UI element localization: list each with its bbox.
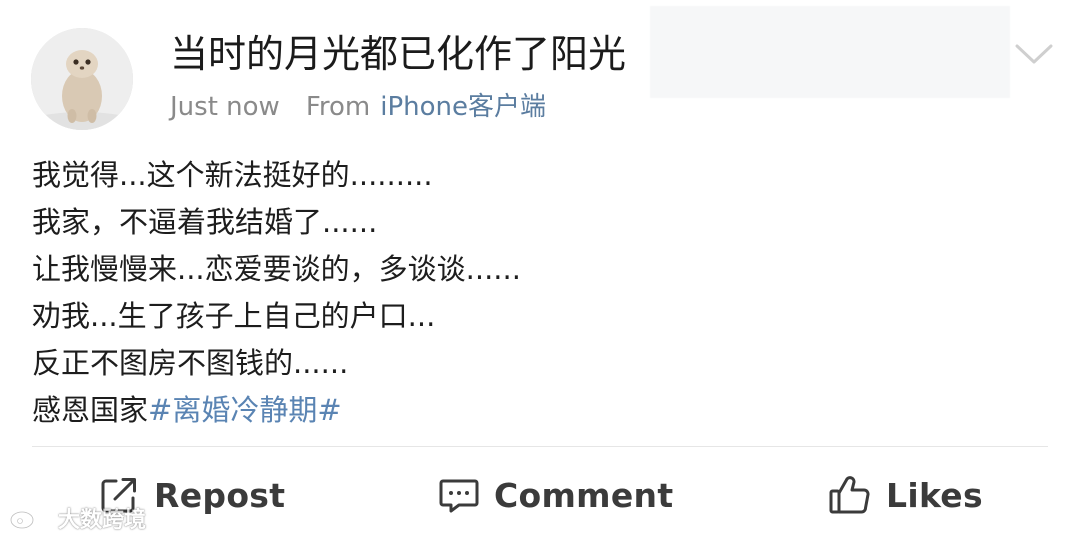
body-line: 我家，不逼着我结婚了...... xyxy=(32,205,378,239)
watermark: 大数跨境 xyxy=(8,503,146,533)
weibo-logo-icon xyxy=(9,510,48,530)
comment-button[interactable]: Comment xyxy=(438,458,673,532)
source-client-link[interactable]: iPhone客户端 xyxy=(380,90,546,124)
timestamp: Just now xyxy=(170,92,280,122)
blurred-region xyxy=(650,6,1010,98)
source-prefix: From xyxy=(305,92,371,122)
body-line: 反正不图房不图钱的...... xyxy=(32,346,349,380)
body-line: 我觉得...这个新法挺好的......... xyxy=(32,158,433,192)
repost-label: Repost xyxy=(154,475,286,515)
avatar[interactable] xyxy=(31,28,133,130)
watermark-text: 大数跨境 xyxy=(58,508,147,533)
post-header: 当时的月光都已化作了阳光 Just now From iPhone客户端 xyxy=(0,0,1080,140)
author-name[interactable]: 当时的月光都已化作了阳光 xyxy=(170,28,626,80)
action-bar: Repost Comment Likes xyxy=(0,458,1080,532)
like-button[interactable]: Likes xyxy=(828,458,983,532)
body-line-last: 感恩国家#离婚冷静期# xyxy=(32,387,1048,434)
body-line: 劝我...生了孩子上自己的户口... xyxy=(32,299,436,333)
body-line: 让我慢慢来...恋爱要谈的，多谈谈...... xyxy=(32,252,521,286)
chevron-down-icon xyxy=(1015,44,1053,64)
divider xyxy=(32,446,1048,447)
body-text: 感恩国家 xyxy=(32,393,149,427)
like-label: Likes xyxy=(886,475,983,515)
thumbs-up-icon xyxy=(829,476,870,514)
comment-label: Comment xyxy=(494,475,674,515)
post-meta: Just now From iPhone客户端 xyxy=(170,90,546,124)
avatar-image xyxy=(31,28,133,130)
post-menu-button[interactable] xyxy=(1012,38,1056,70)
hashtag-link[interactable]: #离婚冷静期# xyxy=(148,393,342,427)
comment-icon xyxy=(439,479,479,513)
post-source: From iPhone客户端 xyxy=(306,90,546,124)
post-body: 我觉得...这个新法挺好的......... 我家，不逼着我结婚了...... … xyxy=(32,152,1048,434)
